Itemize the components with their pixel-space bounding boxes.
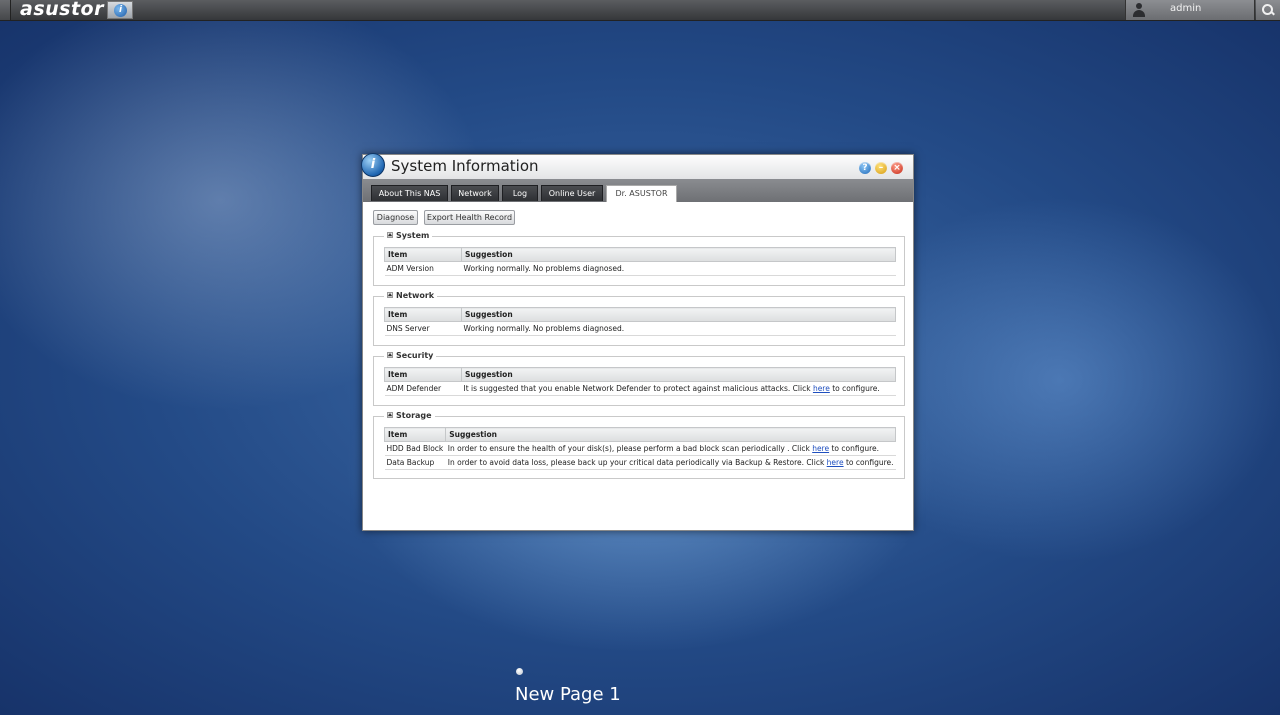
- user-menu[interactable]: admin: [1125, 0, 1255, 20]
- table-row: HDD Bad Block In order to ensure the hea…: [384, 441, 896, 456]
- row-item: ADM Version: [384, 261, 462, 276]
- help-icon[interactable]: ?: [859, 162, 871, 174]
- tab-about-this-nas[interactable]: About This NAS: [371, 185, 448, 201]
- system-information-icon: i: [114, 4, 127, 17]
- row-suggestion: It is suggested that you enable Network …: [461, 381, 896, 396]
- column-header-suggestion[interactable]: Suggestion: [461, 367, 896, 382]
- column-header-suggestion[interactable]: Suggestion: [461, 247, 896, 262]
- group-title: System: [396, 231, 430, 240]
- window-titlebar[interactable]: i System Information ? – ×: [361, 153, 913, 179]
- group-storage: Storage Item Suggestion HDD Bad Block In…: [373, 411, 905, 479]
- group-header-security[interactable]: Security: [384, 351, 437, 361]
- row-suggestion: Working normally. No problems diagnosed.: [461, 261, 896, 276]
- topbar-grip[interactable]: [0, 0, 11, 20]
- group-title: Storage: [396, 411, 432, 420]
- export-health-record-button[interactable]: Export Health Record: [424, 210, 515, 225]
- user-name: admin: [1170, 3, 1202, 14]
- info-icon: i: [361, 153, 385, 177]
- row-item: Data Backup: [384, 455, 446, 470]
- close-icon[interactable]: ×: [891, 162, 903, 174]
- column-header-suggestion[interactable]: Suggestion: [461, 307, 896, 322]
- group-header-storage[interactable]: Storage: [384, 411, 435, 421]
- table-row: ADM Version Working normally. No problem…: [384, 261, 896, 276]
- table-row: Data Backup In order to avoid data loss,…: [384, 455, 896, 470]
- security-table: Item Suggestion ADM Defender It is sugge…: [384, 367, 896, 396]
- table-row: ADM Defender It is suggested that you en…: [384, 381, 896, 396]
- group-security: Security Item Suggestion ADM Defender It…: [373, 351, 905, 406]
- group-title: Security: [396, 351, 434, 360]
- row-suggestion: In order to avoid data loss, please back…: [445, 455, 896, 470]
- tab-dr-asustor[interactable]: Dr. ASUSTOR: [606, 185, 677, 202]
- tab-bar: About This NAS Network Log Online User D…: [363, 179, 913, 202]
- column-header-item[interactable]: Item: [383, 427, 447, 442]
- top-bar: asustor i admin: [0, 0, 1280, 21]
- row-suggestion: In order to ensure the health of your di…: [445, 441, 896, 456]
- group-header-system[interactable]: System: [384, 231, 433, 241]
- collapse-icon[interactable]: [387, 292, 393, 298]
- column-header-item[interactable]: Item: [384, 367, 462, 382]
- page-indicator-dot[interactable]: [516, 668, 523, 675]
- system-information-window: i System Information ? – × About This NA…: [361, 153, 914, 531]
- row-item: DNS Server: [384, 321, 462, 336]
- search-button[interactable]: [1256, 0, 1280, 20]
- collapse-icon[interactable]: [387, 412, 393, 418]
- minimize-icon[interactable]: –: [875, 162, 887, 174]
- configure-link[interactable]: here: [812, 444, 829, 453]
- system-information-taskbar-button[interactable]: i: [107, 1, 133, 19]
- row-item: HDD Bad Block: [384, 441, 446, 456]
- window-title: System Information: [391, 157, 539, 175]
- column-header-item[interactable]: Item: [384, 247, 462, 262]
- configure-link[interactable]: here: [827, 458, 844, 467]
- table-row: DNS Server Working normally. No problems…: [384, 321, 896, 336]
- row-suggestion: Working normally. No problems diagnosed.: [461, 321, 896, 336]
- system-table: Item Suggestion ADM Version Working norm…: [384, 247, 896, 276]
- diagnose-button[interactable]: Diagnose: [373, 210, 418, 225]
- user-icon: [1132, 3, 1146, 17]
- page-label: New Page 1: [515, 684, 621, 705]
- row-item: ADM Defender: [384, 381, 462, 396]
- group-system: System Item Suggestion ADM Version Worki…: [373, 231, 905, 286]
- group-title: Network: [396, 291, 435, 300]
- column-header-suggestion[interactable]: Suggestion: [445, 427, 896, 442]
- column-header-item[interactable]: Item: [384, 307, 462, 322]
- tab-network[interactable]: Network: [451, 185, 499, 201]
- group-network: Network Item Suggestion DNS Server Worki…: [373, 291, 905, 346]
- tab-log[interactable]: Log: [502, 185, 538, 201]
- collapse-icon[interactable]: [387, 232, 393, 238]
- group-header-network[interactable]: Network: [384, 291, 438, 301]
- configure-link[interactable]: here: [813, 384, 830, 393]
- network-table: Item Suggestion DNS Server Working norma…: [384, 307, 896, 336]
- collapse-icon[interactable]: [387, 352, 393, 358]
- storage-table: Item Suggestion HDD Bad Block In order t…: [383, 427, 896, 470]
- asustor-logo: asustor: [20, 0, 104, 20]
- tab-online-user[interactable]: Online User: [541, 185, 603, 201]
